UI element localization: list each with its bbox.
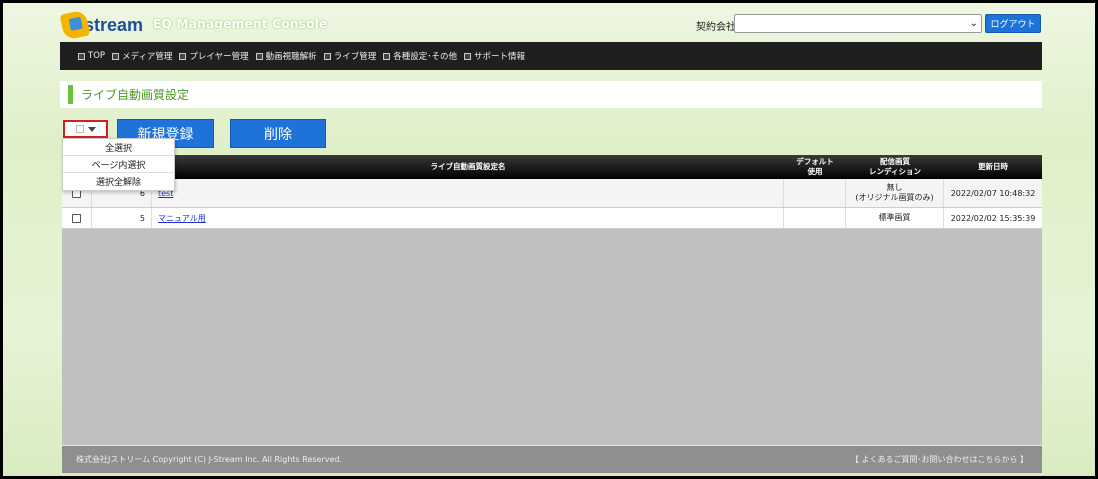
row-default (784, 179, 846, 207)
nav-item-label: プレイヤー管理 (189, 52, 249, 62)
company-label: 契約会社: (696, 22, 740, 33)
logo-text: stream (84, 14, 144, 35)
delete-button[interactable]: 削除 (230, 119, 326, 148)
nav-item-label: TOP (88, 51, 106, 61)
settings-table: ライブ自動画質設定名 デフォルト 使用 配信画質 レンディション 更新日時 6 … (62, 155, 1042, 445)
footer: 株式会社Jストリーム Copyright (C) J-Stream Inc. A… (62, 446, 1042, 473)
nav-item-label: 各種設定･その他 (393, 52, 457, 62)
page-title: ライブ自動画質設定 (81, 88, 190, 102)
footer-copyright: 株式会社Jストリーム Copyright (C) J-Stream Inc. A… (76, 455, 343, 464)
row-rendition: 標準画質 (846, 208, 944, 228)
nav-bullet-icon (323, 52, 331, 60)
nav-item-analytics[interactable]: 動画視聴解析 (255, 50, 317, 62)
nav-item-player[interactable]: プレイヤー管理 (179, 50, 249, 62)
nav-bullet-icon (255, 52, 263, 60)
title-accent-bar (68, 85, 73, 104)
header-name[interactable]: ライブ自動画質設定名 (152, 155, 784, 179)
header-updated[interactable]: 更新日時 (944, 155, 1042, 179)
nav-bullet-icon (78, 52, 85, 60)
nav-item-label: サポート情報 (473, 52, 525, 62)
header-default[interactable]: デフォルト 使用 (784, 155, 846, 179)
bulk-select-button[interactable] (63, 120, 108, 138)
row-id: 5 (92, 208, 152, 228)
menu-item-select-all[interactable]: 全選択 (63, 139, 174, 156)
table-row: 6 test 無し (オリジナル画質のみ) 2022/02/07 10:48:3… (62, 179, 1042, 208)
nav-item-settings[interactable]: 各種設定･その他 (383, 50, 457, 62)
header: stream EQ Management Console 契約会社: ⌄ ログア… (59, 8, 1042, 42)
row-name-cell: マニュアル用 (152, 208, 784, 228)
header-rendition[interactable]: 配信画質 レンディション (846, 155, 944, 179)
table-row: 5 マニュアル用 標準画質 2022/02/02 15:35:39 (62, 208, 1042, 229)
nav-item-top[interactable]: TOP (78, 51, 105, 61)
nav-bullet-icon (383, 52, 391, 60)
nav-item-label: 動画視聴解析 (265, 52, 317, 62)
nav-bullet-icon (179, 52, 187, 60)
row-updated: 2022/02/02 15:35:39 (950, 213, 1036, 223)
row-updated: 2022/02/07 10:48:32 (950, 188, 1036, 198)
nav-item-live[interactable]: ライブ管理 (323, 50, 377, 62)
chevron-down-icon: ⌄ (969, 18, 978, 29)
checkbox-icon (75, 125, 84, 133)
main-nav: TOP メディア管理 プレイヤー管理 動画視聴解析 ライブ管理 各種設定･その他… (60, 42, 1042, 70)
nav-bullet-icon (112, 52, 120, 60)
page-title-bar: ライブ自動画質設定 (60, 81, 1042, 108)
row-name-link[interactable]: マニュアル用 (158, 213, 206, 224)
nav-item-label: メディア管理 (122, 52, 173, 62)
app-window: stream EQ Management Console 契約会社: ⌄ ログア… (0, 0, 1098, 479)
row-default (784, 208, 846, 228)
menu-item-deselect-all[interactable]: 選択全解除 (63, 173, 174, 190)
bulk-select-menu: 全選択 ページ内選択 選択全解除 (62, 138, 175, 191)
jstream-logo[interactable]: stream (59, 9, 144, 41)
nav-item-label: ライブ管理 (333, 52, 377, 62)
console-title: EQ Management Console (153, 17, 328, 31)
faq-contact-link[interactable]: 【 よくあるご質問･お問い合わせはこちらから 】 (851, 454, 1028, 465)
nav-item-media[interactable]: メディア管理 (112, 50, 172, 62)
row-name-cell: test (152, 179, 784, 207)
row-checkbox[interactable] (72, 213, 81, 223)
caret-down-icon (87, 126, 96, 132)
table-header: ライブ自動画質設定名 デフォルト 使用 配信画質 レンディション 更新日時 (62, 155, 1042, 179)
nav-bullet-icon (463, 52, 471, 60)
row-checkbox-cell (62, 208, 92, 228)
row-rendition: 無し (オリジナル画質のみ) (846, 179, 944, 207)
nav-item-support[interactable]: サポート情報 (463, 50, 525, 62)
logout-button[interactable]: ログアウト (985, 14, 1041, 33)
company-select[interactable]: ⌄ (734, 14, 982, 33)
menu-item-select-page[interactable]: ページ内選択 (63, 156, 174, 173)
